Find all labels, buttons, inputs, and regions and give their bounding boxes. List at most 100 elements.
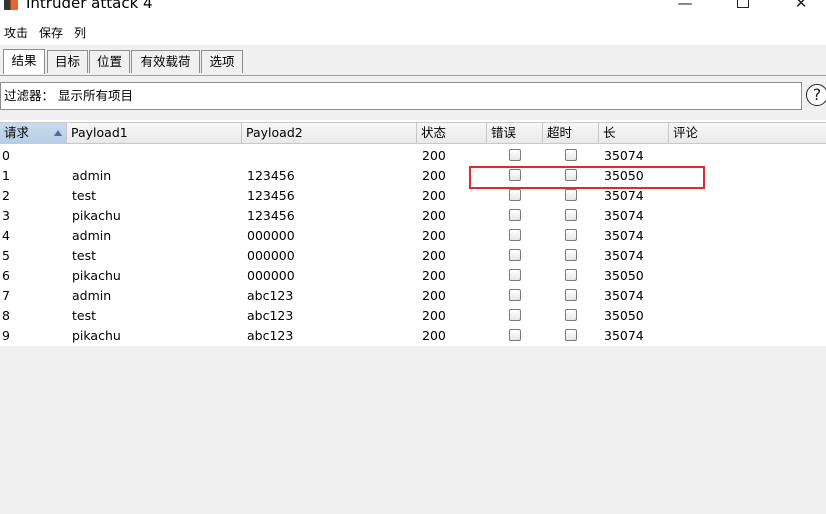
filter-panel: 过滤器： 显示所有项目 ? <box>0 76 826 120</box>
cell-status: 200 <box>422 188 446 203</box>
error-checkbox[interactable] <box>509 289 521 301</box>
table-row[interactable]: 8 test abc123 200 35050 <box>0 306 826 326</box>
cell-payload2: 123456 <box>247 168 295 183</box>
filter-label: 过滤器： 显示所有项目 <box>4 88 133 103</box>
cell-payload2: 123456 <box>247 188 295 203</box>
tab-payloads[interactable]: 有效载荷 <box>131 50 200 73</box>
burp-app-icon <box>4 0 18 10</box>
cell-status: 200 <box>422 308 446 323</box>
timeout-checkbox[interactable] <box>565 329 577 341</box>
tab-target[interactable]: 目标 <box>47 50 88 73</box>
cell-status: 200 <box>422 148 446 163</box>
cell-request: 8 <box>2 308 10 323</box>
cell-status: 200 <box>422 288 446 303</box>
cell-request: 3 <box>2 208 10 223</box>
column-header-timeout[interactable]: 超时 <box>543 123 599 144</box>
timeout-checkbox[interactable] <box>565 209 577 221</box>
column-header-comment[interactable]: 评论 <box>669 123 826 144</box>
tab-positions[interactable]: 位置 <box>89 50 130 73</box>
sort-ascending-icon <box>54 130 62 136</box>
timeout-checkbox[interactable] <box>565 189 577 201</box>
help-icon[interactable]: ? <box>806 84 826 106</box>
table-row[interactable]: 2 test 123456 200 35074 <box>0 186 826 206</box>
cell-request: 5 <box>2 248 10 263</box>
column-header-payload1[interactable]: Payload1 <box>67 123 242 144</box>
cell-payload2: 123456 <box>247 208 295 223</box>
cell-length: 35074 <box>604 228 644 243</box>
table-row[interactable]: 6 pikachu 000000 200 35050 <box>0 266 826 286</box>
timeout-checkbox[interactable] <box>565 149 577 161</box>
timeout-checkbox[interactable] <box>565 169 577 181</box>
cell-length: 35074 <box>604 148 644 163</box>
column-header-request[interactable]: 请求 <box>0 123 67 144</box>
menu-attack[interactable]: 攻击 <box>4 25 28 41</box>
table-row[interactable]: 7 admin abc123 200 35074 <box>0 286 826 306</box>
table-row[interactable]: 4 admin 000000 200 35074 <box>0 226 826 246</box>
cell-payload1: admin <box>72 228 112 243</box>
cell-length: 35074 <box>604 208 644 223</box>
tab-results[interactable]: 结果 <box>3 49 45 74</box>
column-header-payload2[interactable]: Payload2 <box>242 123 417 144</box>
table-row[interactable]: 3 pikachu 123456 200 35074 <box>0 206 826 226</box>
column-header-status[interactable]: 状态 <box>417 123 487 144</box>
filter-bar[interactable]: 过滤器： 显示所有项目 <box>0 82 802 110</box>
error-checkbox[interactable] <box>509 189 521 201</box>
cell-payload1: pikachu <box>72 208 121 223</box>
maximize-button[interactable] <box>720 0 766 12</box>
cell-status: 200 <box>422 268 446 283</box>
timeout-checkbox[interactable] <box>565 309 577 321</box>
error-checkbox[interactable] <box>509 309 521 321</box>
table-row[interactable]: 5 test 000000 200 35074 <box>0 246 826 266</box>
cell-length: 35050 <box>604 308 644 323</box>
table-row[interactable]: 0 200 35074 <box>0 146 826 166</box>
cell-length: 35050 <box>604 168 644 183</box>
error-checkbox[interactable] <box>509 249 521 261</box>
cell-payload1: pikachu <box>72 328 121 343</box>
menu-columns[interactable]: 列 <box>74 25 86 41</box>
error-checkbox[interactable] <box>509 169 521 181</box>
cell-payload2: 000000 <box>247 268 295 283</box>
cell-payload2: abc123 <box>247 308 294 323</box>
tab-strip: 结果 目标 位置 有效载荷 选项 <box>0 45 826 76</box>
timeout-checkbox[interactable] <box>565 249 577 261</box>
cell-request: 0 <box>2 148 10 163</box>
timeout-checkbox[interactable] <box>565 229 577 241</box>
cell-payload2: abc123 <box>247 288 294 303</box>
cell-payload1: test <box>72 248 97 263</box>
cell-request: 6 <box>2 268 10 283</box>
maximize-icon <box>737 0 749 8</box>
tab-options[interactable]: 选项 <box>201 50 243 73</box>
table-row[interactable]: 1 admin 123456 200 35050 <box>0 166 826 186</box>
error-checkbox[interactable] <box>509 229 521 241</box>
menu-bar: 攻击 保存 列 <box>0 22 826 44</box>
menu-save[interactable]: 保存 <box>39 25 63 41</box>
minimize-button[interactable]: — <box>662 0 708 12</box>
cell-length: 35074 <box>604 328 644 343</box>
error-checkbox[interactable] <box>509 149 521 161</box>
cell-length: 35074 <box>604 248 644 263</box>
cell-length: 35050 <box>604 268 644 283</box>
cell-payload1: admin <box>72 288 112 303</box>
error-checkbox[interactable] <box>509 209 521 221</box>
cell-length: 35074 <box>604 288 644 303</box>
close-button[interactable]: ✕ <box>778 0 824 12</box>
cell-payload1: test <box>72 308 97 323</box>
cell-payload1: test <box>72 188 97 203</box>
error-checkbox[interactable] <box>509 269 521 281</box>
window-title: Intruder attack 4 <box>26 0 153 12</box>
cell-status: 200 <box>422 228 446 243</box>
cell-payload2: 000000 <box>247 228 295 243</box>
cell-status: 200 <box>422 168 446 183</box>
cell-status: 200 <box>422 208 446 223</box>
timeout-checkbox[interactable] <box>565 269 577 281</box>
cell-request: 7 <box>2 288 10 303</box>
error-checkbox[interactable] <box>509 329 521 341</box>
timeout-checkbox[interactable] <box>565 289 577 301</box>
cell-request: 9 <box>2 328 10 343</box>
column-header-length[interactable]: 长 <box>599 123 669 144</box>
cell-payload2: 000000 <box>247 248 295 263</box>
table-row[interactable]: 9 pikachu abc123 200 35074 <box>0 326 826 346</box>
cell-request: 2 <box>2 188 10 203</box>
title-bar: Intruder attack 4 — ✕ <box>0 0 826 20</box>
column-header-error[interactable]: 错误 <box>487 123 543 144</box>
